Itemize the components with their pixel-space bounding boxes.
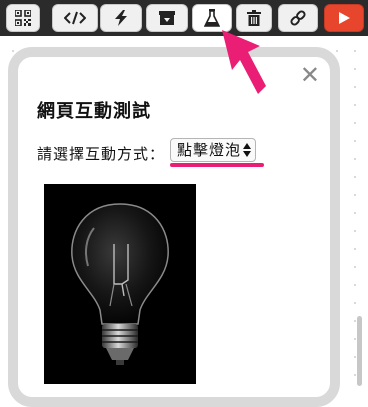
trash-icon	[247, 10, 261, 26]
code-button[interactable]	[52, 4, 98, 32]
page-title: 網頁互動測試	[37, 101, 151, 122]
interaction-mode-select[interactable]: 點擊燈泡	[170, 138, 256, 162]
play-icon	[339, 12, 350, 24]
annotation-underline	[170, 163, 264, 167]
select-value: 點擊燈泡	[177, 141, 242, 159]
light-bulb-image[interactable]	[44, 184, 196, 384]
select-arrows-icon	[243, 143, 251, 157]
qr-code-icon	[15, 10, 31, 26]
link-icon	[290, 10, 306, 26]
download-button[interactable]	[146, 4, 188, 32]
qr-code-button[interactable]	[6, 4, 40, 32]
scrollbar-thumb[interactable]	[357, 316, 362, 386]
light-bulb-drawing	[71, 203, 169, 365]
lightning-button[interactable]	[100, 4, 142, 32]
code-icon	[64, 11, 86, 25]
interaction-prompt-label: 請選擇互動方式：	[37, 145, 166, 163]
run-button[interactable]	[324, 4, 364, 32]
scrollbar[interactable]	[357, 80, 362, 386]
preview-card: ✕ 網頁互動測試 請選擇互動方式： 點擊燈泡	[8, 47, 340, 407]
toolbar	[0, 0, 368, 36]
download-box-icon	[159, 11, 175, 25]
annotation-arrow-icon	[222, 30, 266, 94]
lightning-icon	[115, 10, 127, 26]
close-icon[interactable]: ✕	[300, 63, 320, 87]
flask-icon	[204, 9, 220, 27]
link-button[interactable]	[278, 4, 318, 32]
